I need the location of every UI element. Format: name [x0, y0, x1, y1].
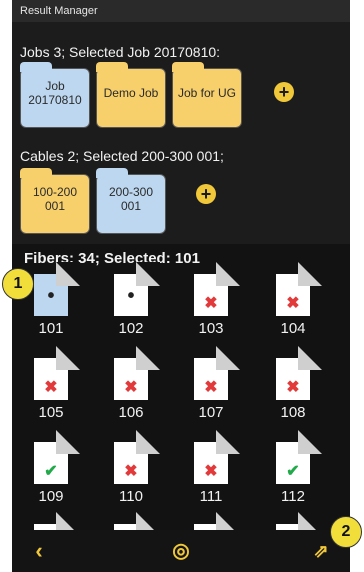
- file-corner: [298, 262, 322, 286]
- file-corner: [136, 346, 160, 370]
- fiber-file-102[interactable]: •: [114, 262, 160, 316]
- fiber-number: 112: [281, 488, 305, 505]
- dot-icon: •: [47, 285, 55, 307]
- folder-tab: [172, 62, 204, 72]
- add-job-button[interactable]: +: [274, 82, 294, 102]
- folder-tab: [20, 62, 52, 72]
- job-folder-job-for-ug[interactable]: Job for UG: [172, 62, 242, 128]
- callout-marker-1: 1: [2, 268, 34, 300]
- fiber-file-112[interactable]: ✔: [276, 430, 322, 484]
- target-circle-icon: ◎: [172, 540, 190, 562]
- pass-check-icon: ✔: [286, 463, 300, 480]
- window-title: Result Manager: [20, 5, 98, 17]
- folder-tab: [96, 168, 128, 178]
- export-icon: ⇗: [313, 541, 329, 561]
- fiber-file-101[interactable]: •: [34, 262, 80, 316]
- fiber-file-106[interactable]: ✖: [114, 346, 160, 400]
- fail-x-icon: ✖: [204, 295, 218, 312]
- file-corner: [56, 512, 80, 530]
- fail-x-icon: ✖: [204, 379, 218, 396]
- bottom-toolbar: ‹ ◎ ⇗: [12, 530, 350, 572]
- file-corner: [56, 346, 80, 370]
- callout-marker-2: 2: [330, 516, 362, 548]
- file-corner: [216, 346, 240, 370]
- file-corner: [298, 430, 322, 454]
- file-corner: [298, 346, 322, 370]
- cable-folder-100-200-001[interactable]: 100-200 001: [20, 168, 90, 234]
- fiber-file-110[interactable]: ✖: [114, 430, 160, 484]
- fiber-file-107[interactable]: ✖: [194, 346, 240, 400]
- fiber-file-108[interactable]: ✖: [276, 346, 322, 400]
- title-bar: Result Manager: [12, 0, 350, 22]
- fail-x-icon: ✖: [124, 463, 138, 480]
- folder-tab: [20, 168, 52, 178]
- fiber-file-105[interactable]: ✖: [34, 346, 80, 400]
- export-button[interactable]: ⇗: [308, 538, 334, 564]
- fiber-number: 104: [280, 320, 306, 337]
- fail-x-icon: ✖: [286, 295, 300, 312]
- home-button[interactable]: ◎: [168, 538, 194, 564]
- fiber-number: 111: [199, 488, 223, 505]
- fiber-file-103[interactable]: ✖: [194, 262, 240, 316]
- fiber-number: 103: [198, 320, 224, 337]
- fiber-number: 108: [280, 404, 306, 421]
- folder-tab: [96, 62, 128, 72]
- fail-x-icon: ✖: [44, 379, 58, 396]
- fiber-number: 105: [38, 404, 64, 421]
- fiber-number: 110: [119, 488, 143, 505]
- cables-summary: Cables 2; Selected 200-300 001;: [20, 148, 224, 164]
- device-screen: Result Manager Jobs 3; Selected Job 2017…: [12, 0, 350, 572]
- file-corner: [136, 262, 160, 286]
- job-folder-label: Job for UG: [177, 86, 237, 100]
- jobs-summary: Jobs 3; Selected Job 20170810:: [20, 44, 221, 60]
- fiber-number: 106: [118, 404, 144, 421]
- file-corner: [56, 262, 80, 286]
- fiber-file-111[interactable]: ✖: [194, 430, 240, 484]
- file-corner: [136, 430, 160, 454]
- back-button[interactable]: ‹: [26, 538, 52, 564]
- fiber-number: 102: [118, 320, 144, 337]
- file-corner: [216, 430, 240, 454]
- job-folder-label: Job 20170810: [28, 79, 82, 107]
- file-corner: [136, 512, 160, 530]
- cable-folder-label: 100-200 001: [32, 185, 78, 213]
- fiber-file-109[interactable]: ✔: [34, 430, 80, 484]
- job-folder-label: Demo Job: [103, 86, 159, 100]
- fibers-summary: Fibers: 34; Selected: 101: [24, 250, 200, 267]
- fibers-panel: Fibers: 34; Selected: 101 • 101 • 102 ✖ 103 ✖ 1…: [12, 244, 350, 530]
- fail-x-icon: ✖: [286, 379, 300, 396]
- pass-check-icon: ✔: [44, 463, 58, 480]
- job-folder-demo-job[interactable]: Demo Job: [96, 62, 166, 128]
- fiber-number: 109: [38, 488, 64, 505]
- file-corner: [298, 512, 322, 530]
- file-corner: [216, 512, 240, 530]
- fail-x-icon: ✖: [204, 463, 218, 480]
- cable-folder-200-300-001[interactable]: 200-300 001: [96, 168, 166, 234]
- cable-folder-label: 200-300 001: [108, 185, 154, 213]
- fiber-file-104[interactable]: ✖: [276, 262, 322, 316]
- file-corner: [216, 262, 240, 286]
- file-corner: [56, 430, 80, 454]
- dot-icon: •: [127, 285, 135, 307]
- fail-x-icon: ✖: [124, 379, 138, 396]
- chevron-left-icon: ‹: [35, 538, 43, 563]
- fiber-number: 101: [38, 320, 64, 337]
- fiber-number: 107: [198, 404, 224, 421]
- add-cable-button[interactable]: +: [196, 184, 216, 204]
- job-folder-20170810[interactable]: Job 20170810: [20, 62, 90, 128]
